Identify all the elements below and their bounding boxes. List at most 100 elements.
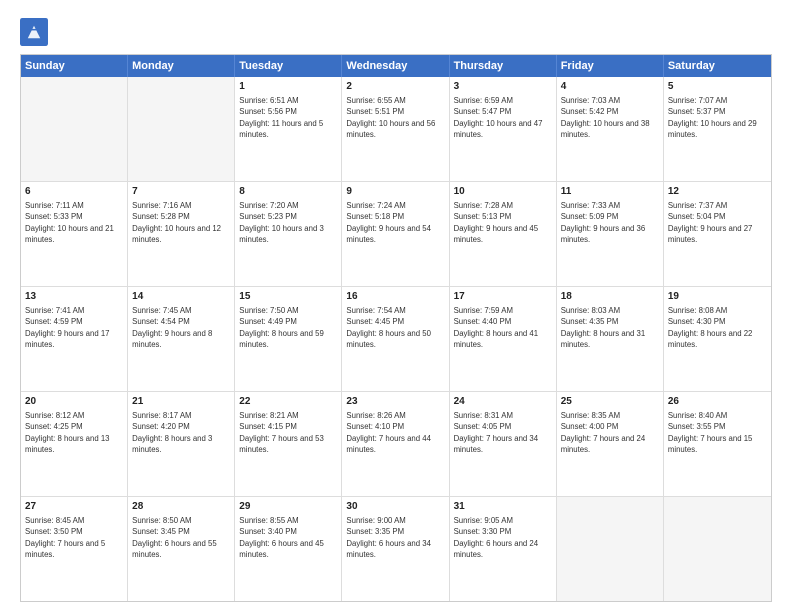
day-number: 17	[454, 290, 552, 304]
cell-info: Sunrise: 7:07 AM Sunset: 5:37 PM Dayligh…	[668, 95, 767, 140]
calendar-header: SundayMondayTuesdayWednesdayThursdayFrid…	[21, 55, 771, 77]
calendar-cell: 10Sunrise: 7:28 AM Sunset: 5:13 PM Dayli…	[450, 182, 557, 286]
cell-info: Sunrise: 7:33 AM Sunset: 5:09 PM Dayligh…	[561, 200, 659, 245]
calendar-cell: 25Sunrise: 8:35 AM Sunset: 4:00 PM Dayli…	[557, 392, 664, 496]
day-number: 30	[346, 500, 444, 514]
cell-info: Sunrise: 7:45 AM Sunset: 4:54 PM Dayligh…	[132, 305, 230, 350]
cell-info: Sunrise: 7:41 AM Sunset: 4:59 PM Dayligh…	[25, 305, 123, 350]
calendar-cell: 20Sunrise: 8:12 AM Sunset: 4:25 PM Dayli…	[21, 392, 128, 496]
cell-info: Sunrise: 8:21 AM Sunset: 4:15 PM Dayligh…	[239, 410, 337, 455]
day-number: 23	[346, 395, 444, 409]
day-number: 11	[561, 185, 659, 199]
cell-info: Sunrise: 7:24 AM Sunset: 5:18 PM Dayligh…	[346, 200, 444, 245]
calendar-cell: 14Sunrise: 7:45 AM Sunset: 4:54 PM Dayli…	[128, 287, 235, 391]
day-number: 6	[25, 185, 123, 199]
calendar-row-2: 13Sunrise: 7:41 AM Sunset: 4:59 PM Dayli…	[21, 287, 771, 392]
calendar-cell: 9Sunrise: 7:24 AM Sunset: 5:18 PM Daylig…	[342, 182, 449, 286]
cell-info: Sunrise: 6:51 AM Sunset: 5:56 PM Dayligh…	[239, 95, 337, 140]
header-day-friday: Friday	[557, 55, 664, 77]
day-number: 10	[454, 185, 552, 199]
header-day-tuesday: Tuesday	[235, 55, 342, 77]
day-number: 8	[239, 185, 337, 199]
logo-icon	[20, 18, 48, 46]
calendar-cell	[557, 497, 664, 601]
logo	[20, 18, 52, 46]
cell-info: Sunrise: 7:28 AM Sunset: 5:13 PM Dayligh…	[454, 200, 552, 245]
calendar-cell	[664, 497, 771, 601]
calendar-cell: 24Sunrise: 8:31 AM Sunset: 4:05 PM Dayli…	[450, 392, 557, 496]
day-number: 18	[561, 290, 659, 304]
header-day-thursday: Thursday	[450, 55, 557, 77]
calendar-cell: 18Sunrise: 8:03 AM Sunset: 4:35 PM Dayli…	[557, 287, 664, 391]
cell-info: Sunrise: 8:26 AM Sunset: 4:10 PM Dayligh…	[346, 410, 444, 455]
calendar-cell: 8Sunrise: 7:20 AM Sunset: 5:23 PM Daylig…	[235, 182, 342, 286]
cell-info: Sunrise: 7:11 AM Sunset: 5:33 PM Dayligh…	[25, 200, 123, 245]
calendar-row-1: 6Sunrise: 7:11 AM Sunset: 5:33 PM Daylig…	[21, 182, 771, 287]
calendar-cell: 6Sunrise: 7:11 AM Sunset: 5:33 PM Daylig…	[21, 182, 128, 286]
cell-info: Sunrise: 8:12 AM Sunset: 4:25 PM Dayligh…	[25, 410, 123, 455]
cell-info: Sunrise: 7:59 AM Sunset: 4:40 PM Dayligh…	[454, 305, 552, 350]
calendar-cell: 16Sunrise: 7:54 AM Sunset: 4:45 PM Dayli…	[342, 287, 449, 391]
cell-info: Sunrise: 8:55 AM Sunset: 3:40 PM Dayligh…	[239, 515, 337, 560]
header	[20, 18, 772, 46]
calendar-cell: 15Sunrise: 7:50 AM Sunset: 4:49 PM Dayli…	[235, 287, 342, 391]
calendar-cell: 30Sunrise: 9:00 AM Sunset: 3:35 PM Dayli…	[342, 497, 449, 601]
day-number: 20	[25, 395, 123, 409]
calendar-cell: 31Sunrise: 9:05 AM Sunset: 3:30 PM Dayli…	[450, 497, 557, 601]
cell-info: Sunrise: 8:17 AM Sunset: 4:20 PM Dayligh…	[132, 410, 230, 455]
calendar-row-3: 20Sunrise: 8:12 AM Sunset: 4:25 PM Dayli…	[21, 392, 771, 497]
calendar-cell	[128, 77, 235, 181]
calendar-cell: 2Sunrise: 6:55 AM Sunset: 5:51 PM Daylig…	[342, 77, 449, 181]
calendar-cell: 27Sunrise: 8:45 AM Sunset: 3:50 PM Dayli…	[21, 497, 128, 601]
day-number: 25	[561, 395, 659, 409]
day-number: 28	[132, 500, 230, 514]
day-number: 22	[239, 395, 337, 409]
calendar-cell: 3Sunrise: 6:59 AM Sunset: 5:47 PM Daylig…	[450, 77, 557, 181]
cell-info: Sunrise: 8:31 AM Sunset: 4:05 PM Dayligh…	[454, 410, 552, 455]
day-number: 31	[454, 500, 552, 514]
calendar-body: 1Sunrise: 6:51 AM Sunset: 5:56 PM Daylig…	[21, 77, 771, 601]
day-number: 7	[132, 185, 230, 199]
cell-info: Sunrise: 8:35 AM Sunset: 4:00 PM Dayligh…	[561, 410, 659, 455]
day-number: 2	[346, 80, 444, 94]
header-day-wednesday: Wednesday	[342, 55, 449, 77]
day-number: 24	[454, 395, 552, 409]
calendar-cell: 7Sunrise: 7:16 AM Sunset: 5:28 PM Daylig…	[128, 182, 235, 286]
calendar-cell	[21, 77, 128, 181]
header-day-saturday: Saturday	[664, 55, 771, 77]
cell-info: Sunrise: 8:50 AM Sunset: 3:45 PM Dayligh…	[132, 515, 230, 560]
day-number: 14	[132, 290, 230, 304]
cell-info: Sunrise: 6:55 AM Sunset: 5:51 PM Dayligh…	[346, 95, 444, 140]
cell-info: Sunrise: 7:50 AM Sunset: 4:49 PM Dayligh…	[239, 305, 337, 350]
cell-info: Sunrise: 7:20 AM Sunset: 5:23 PM Dayligh…	[239, 200, 337, 245]
calendar-cell: 17Sunrise: 7:59 AM Sunset: 4:40 PM Dayli…	[450, 287, 557, 391]
calendar-row-4: 27Sunrise: 8:45 AM Sunset: 3:50 PM Dayli…	[21, 497, 771, 601]
cell-info: Sunrise: 8:40 AM Sunset: 3:55 PM Dayligh…	[668, 410, 767, 455]
calendar-cell: 12Sunrise: 7:37 AM Sunset: 5:04 PM Dayli…	[664, 182, 771, 286]
calendar: SundayMondayTuesdayWednesdayThursdayFrid…	[20, 54, 772, 602]
calendar-cell: 23Sunrise: 8:26 AM Sunset: 4:10 PM Dayli…	[342, 392, 449, 496]
calendar-cell: 1Sunrise: 6:51 AM Sunset: 5:56 PM Daylig…	[235, 77, 342, 181]
cell-info: Sunrise: 9:00 AM Sunset: 3:35 PM Dayligh…	[346, 515, 444, 560]
calendar-cell: 4Sunrise: 7:03 AM Sunset: 5:42 PM Daylig…	[557, 77, 664, 181]
day-number: 29	[239, 500, 337, 514]
calendar-row-0: 1Sunrise: 6:51 AM Sunset: 5:56 PM Daylig…	[21, 77, 771, 182]
page: SundayMondayTuesdayWednesdayThursdayFrid…	[0, 0, 792, 612]
cell-info: Sunrise: 7:16 AM Sunset: 5:28 PM Dayligh…	[132, 200, 230, 245]
day-number: 9	[346, 185, 444, 199]
calendar-cell: 5Sunrise: 7:07 AM Sunset: 5:37 PM Daylig…	[664, 77, 771, 181]
calendar-cell: 26Sunrise: 8:40 AM Sunset: 3:55 PM Dayli…	[664, 392, 771, 496]
day-number: 13	[25, 290, 123, 304]
day-number: 1	[239, 80, 337, 94]
day-number: 27	[25, 500, 123, 514]
calendar-cell: 13Sunrise: 7:41 AM Sunset: 4:59 PM Dayli…	[21, 287, 128, 391]
calendar-cell: 21Sunrise: 8:17 AM Sunset: 4:20 PM Dayli…	[128, 392, 235, 496]
day-number: 16	[346, 290, 444, 304]
header-day-sunday: Sunday	[21, 55, 128, 77]
calendar-cell: 29Sunrise: 8:55 AM Sunset: 3:40 PM Dayli…	[235, 497, 342, 601]
calendar-cell: 28Sunrise: 8:50 AM Sunset: 3:45 PM Dayli…	[128, 497, 235, 601]
cell-info: Sunrise: 7:03 AM Sunset: 5:42 PM Dayligh…	[561, 95, 659, 140]
day-number: 21	[132, 395, 230, 409]
day-number: 4	[561, 80, 659, 94]
cell-info: Sunrise: 7:54 AM Sunset: 4:45 PM Dayligh…	[346, 305, 444, 350]
